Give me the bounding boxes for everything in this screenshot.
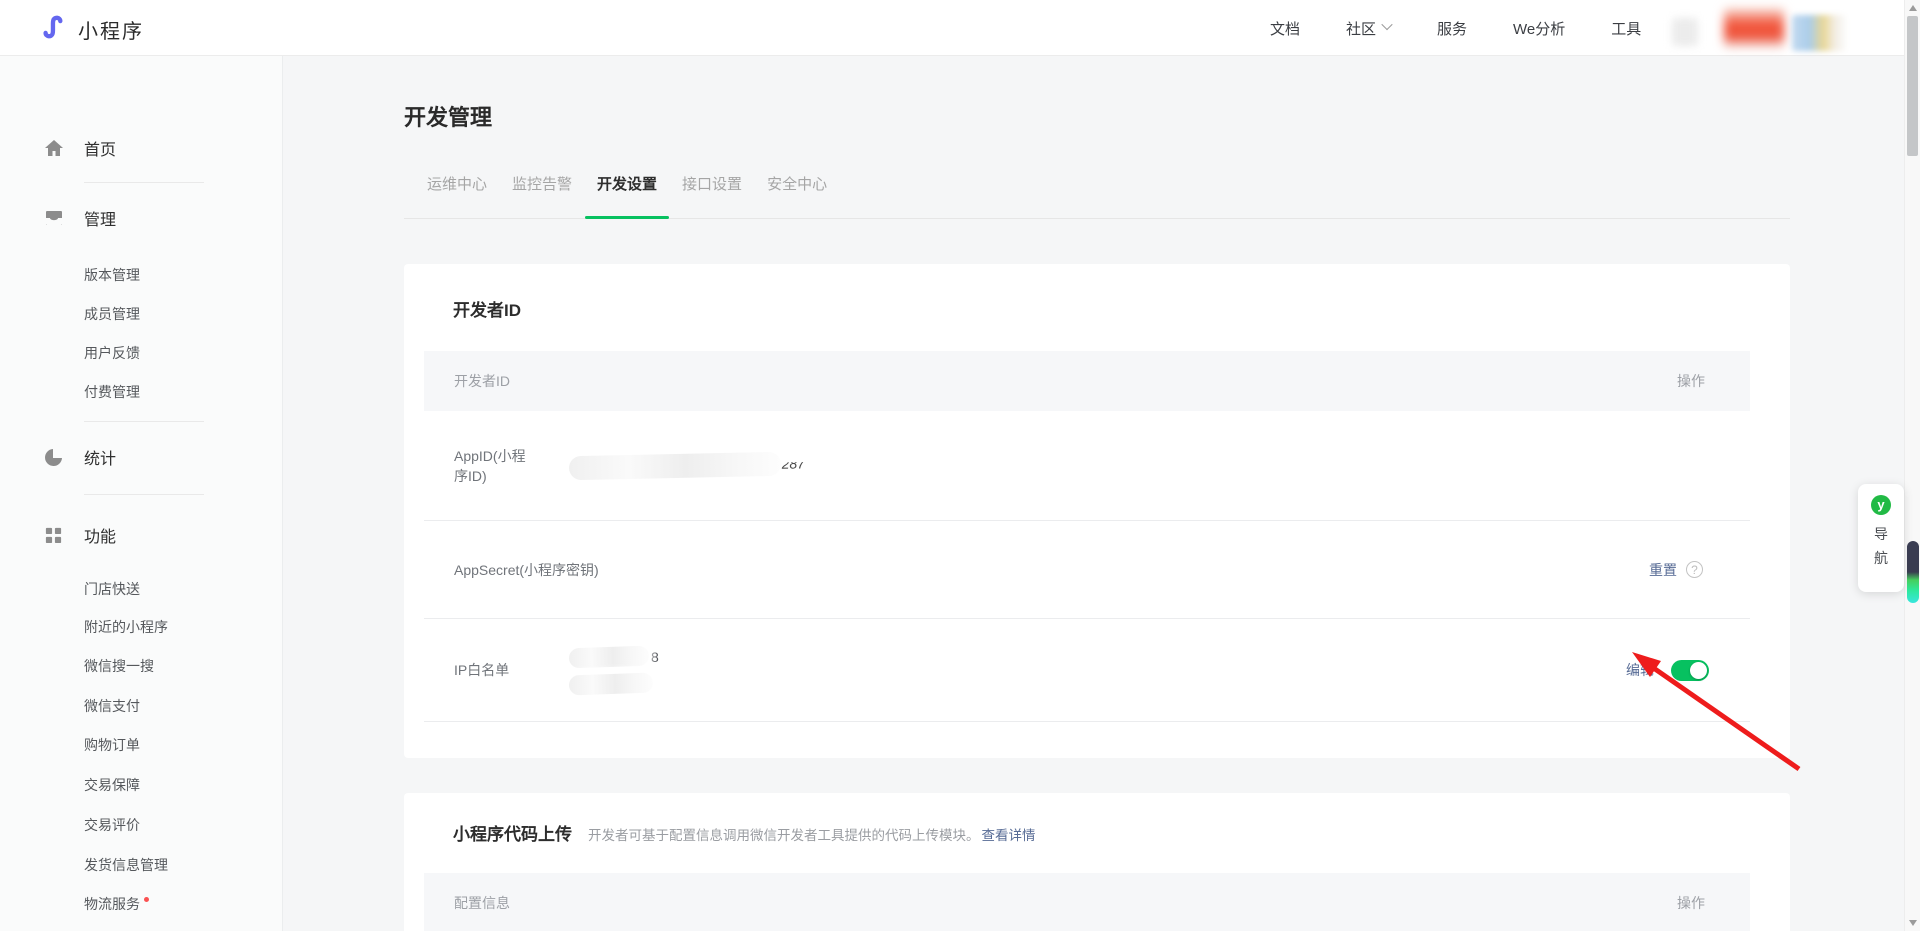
tray-icon <box>44 208 64 228</box>
nav-docs[interactable]: 文档 <box>1270 18 1300 39</box>
pie-chart-icon <box>44 447 64 467</box>
sidebar-item-shipping-info-manage[interactable]: 发货信息管理 <box>0 855 282 875</box>
table-header-row: 配置信息 操作 <box>424 873 1750 931</box>
home-icon <box>44 138 64 158</box>
scrollbar-thumb[interactable] <box>1907 16 1918 156</box>
scroll-down-arrow-icon[interactable] <box>1909 920 1917 926</box>
sidebar-item-trade-review[interactable]: 交易评价 <box>0 815 282 835</box>
reset-link[interactable]: 重置 <box>1649 560 1677 580</box>
nav-service[interactable]: 服务 <box>1437 18 1467 39</box>
sidebar-item-wechat-pay[interactable]: 微信支付 <box>0 696 282 716</box>
avatar[interactable] <box>1792 15 1846 51</box>
developer-id-card: 开发者ID 开发者ID 操作 AppID(小程序ID) 287 AppSecre… <box>404 264 1790 758</box>
logo-title: 小程序 <box>78 15 144 44</box>
appid-value-redacted: 287 <box>569 451 781 479</box>
sidebar-item-user-feedback[interactable]: 用户反馈 <box>0 343 282 363</box>
code-upload-description: 开发者可基于配置信息调用微信开发者工具提供的代码上传模块。 <box>588 824 980 844</box>
ip-whitelist-label: IP白名单 <box>424 660 539 680</box>
table-header-row: 开发者ID 操作 <box>424 351 1750 411</box>
sidebar-item-trade-guarantee[interactable]: 交易保障 <box>0 775 282 795</box>
sidebar-item-version-manage[interactable]: 版本管理 <box>0 265 282 285</box>
app-logo[interactable]: 小程序 <box>40 13 144 46</box>
developer-id-table: 开发者ID 操作 AppID(小程序ID) 287 AppSecret(小程序密… <box>424 351 1750 722</box>
miniprogram-logo-icon <box>40 13 68 46</box>
appsecret-label: AppSecret(小程序密钥) <box>424 560 599 580</box>
extension-scroll-indicator[interactable] <box>1907 541 1919 603</box>
ip-value-redacted <box>569 672 654 695</box>
toggle-knob <box>1690 662 1707 679</box>
column-header-config-info: 配置信息 <box>454 893 510 913</box>
tab-api-settings[interactable]: 接口设置 <box>670 175 754 218</box>
sidebar-item-features[interactable]: 功能 <box>0 520 282 550</box>
appid-visible-suffix: 287 <box>781 455 805 471</box>
appid-label: AppID(小程序ID) <box>424 446 539 486</box>
top-bar: 小程序 文档 社区 服务 We分析 工具 <box>0 0 1904 56</box>
table-row-appsecret: AppSecret(小程序密钥) 重置 ? <box>424 521 1750 619</box>
sidebar-item-member-manage[interactable]: 成员管理 <box>0 304 282 324</box>
sidebar-item-nearby-miniprogram[interactable]: 附近的小程序 <box>0 617 282 637</box>
scroll-up-arrow-icon[interactable] <box>1909 5 1917 11</box>
ip-visible-suffix: 8 <box>651 649 659 665</box>
divider <box>84 421 204 422</box>
tab-security-center[interactable]: 安全中心 <box>755 175 839 218</box>
top-navigation: 文档 社区 服务 We分析 工具 <box>1270 0 1687 56</box>
table-row-ip-whitelist: IP白名单 8 编辑 <box>424 619 1750 722</box>
main-content: 开发管理 运维中心 监控告警 开发设置 接口设置 安全中心 开发者ID 开发者I… <box>283 56 1904 931</box>
ip-value-redacted <box>569 645 650 668</box>
tab-bar: 运维中心 监控告警 开发设置 接口设置 安全中心 <box>404 175 1790 219</box>
sidebar-item-store-delivery[interactable]: 门店快送 <box>0 579 282 599</box>
sidebar-item-manage[interactable]: 管理 <box>0 203 282 233</box>
column-header-action: 操作 <box>1677 893 1705 913</box>
table-row-appid: AppID(小程序ID) 287 <box>424 411 1750 521</box>
sidebar-item-home[interactable]: 首页 <box>0 133 282 163</box>
scrollbar-track[interactable] <box>1904 0 1920 931</box>
floating-nav-label-1: 导 <box>1874 524 1888 544</box>
ip-whitelist-toggle[interactable] <box>1671 660 1709 681</box>
nav-community[interactable]: 社区 <box>1346 18 1391 39</box>
code-upload-table: 配置信息 操作 <box>424 873 1750 931</box>
redacted-account-text <box>1672 18 1698 46</box>
page-title: 开发管理 <box>404 103 1904 133</box>
new-badge-dot <box>144 897 149 902</box>
code-upload-card: 小程序代码上传 开发者可基于配置信息调用微信开发者工具提供的代码上传模块。 查看… <box>404 793 1790 931</box>
sidebar: 首页 管理 版本管理 成员管理 用户反馈 付费管理 统计 功能 门店快送 附近的… <box>0 56 283 931</box>
sidebar-item-logistics-service[interactable]: 物流服务 <box>0 894 282 914</box>
tab-dev-settings[interactable]: 开发设置 <box>585 175 669 218</box>
column-header-action: 操作 <box>1677 371 1705 391</box>
divider <box>84 494 204 495</box>
divider <box>84 182 204 183</box>
code-upload-section-title: 小程序代码上传 <box>453 823 572 847</box>
help-icon[interactable]: ? <box>1686 561 1703 578</box>
avatar[interactable] <box>1724 8 1784 48</box>
sidebar-item-pay-manage[interactable]: 付费管理 <box>0 382 282 402</box>
sidebar-item-stats[interactable]: 统计 <box>0 442 282 472</box>
nav-weanalytics[interactable]: We分析 <box>1513 18 1565 39</box>
sidebar-item-shopping-orders[interactable]: 购物订单 <box>0 735 282 755</box>
edit-link[interactable]: 编辑 <box>1626 660 1654 680</box>
sidebar-item-wechat-search[interactable]: 微信搜一搜 <box>0 656 282 676</box>
tab-ops-center[interactable]: 运维中心 <box>415 175 499 218</box>
chevron-down-icon <box>1381 19 1392 30</box>
floating-nav-widget[interactable]: y 导 航 <box>1858 484 1904 592</box>
floating-nav-label-2: 航 <box>1874 548 1888 568</box>
column-header-developer-id: 开发者ID <box>454 371 510 391</box>
grid-icon <box>44 525 64 545</box>
nav-tools[interactable]: 工具 <box>1611 18 1641 39</box>
view-details-link[interactable]: 查看详情 <box>982 824 1036 844</box>
developer-id-section-title: 开发者ID <box>404 264 1790 323</box>
tab-monitor-alert[interactable]: 监控告警 <box>500 175 584 218</box>
nav-extension-icon: y <box>1871 495 1891 515</box>
